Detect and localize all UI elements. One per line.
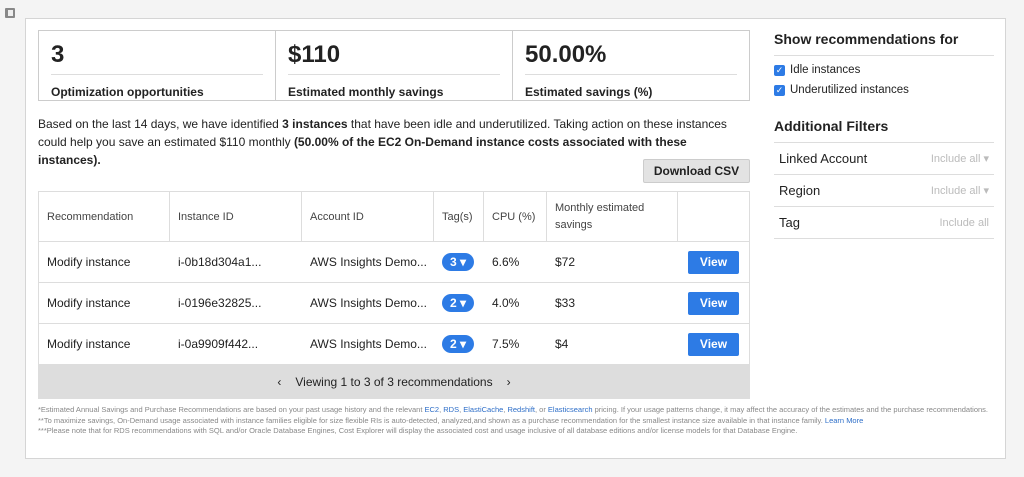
link-rds[interactable]: RDS	[443, 405, 459, 414]
summary-monthly-savings: $110 Estimated monthly savings	[276, 31, 513, 100]
pagination-status: Viewing 1 to 3 of 3 recommendations	[295, 374, 493, 389]
view-button[interactable]: View	[688, 332, 739, 356]
recommendations-table: Recommendation Instance ID Account ID Ta…	[38, 191, 750, 399]
table-header: Recommendation Instance ID Account ID Ta…	[39, 192, 749, 242]
filter-region: Region Include all ▾	[774, 175, 994, 207]
cpu: 6.6%	[492, 255, 520, 269]
recommendation: Modify instance	[47, 296, 131, 310]
header-action	[678, 192, 749, 241]
recommendation: Modify instance	[47, 337, 131, 351]
table-row: Modify instance i-0196e32825... AWS Insi…	[39, 283, 749, 324]
cpu: 7.5%	[492, 337, 520, 351]
tags-dropdown[interactable]: 2 ▾	[442, 294, 475, 312]
linked-account-select[interactable]: Include all ▾	[931, 152, 989, 165]
sidebar-toggle-icon[interactable]	[5, 8, 15, 18]
tag-select[interactable]: Include all	[939, 217, 989, 229]
view-button[interactable]: View	[688, 250, 739, 274]
header-account-id: Account ID	[302, 192, 434, 241]
caret-down-icon: ▾	[460, 337, 467, 351]
additional-filters-heading: Additional Filters	[774, 118, 994, 143]
table-row: Modify instance i-0a9909f442... AWS Insi…	[39, 324, 749, 365]
cpu: 4.0%	[492, 296, 520, 310]
header-cpu: CPU (%)	[484, 192, 547, 241]
caret-down-icon: ▾	[460, 296, 467, 310]
region-select[interactable]: Include all ▾	[931, 184, 989, 197]
learn-more-link[interactable]: Learn More	[825, 416, 863, 425]
header-recommendation: Recommendation	[39, 192, 170, 241]
prev-page-icon[interactable]: ‹	[277, 375, 281, 389]
link-elasticache[interactable]: ElastiCache	[463, 405, 503, 414]
idle-instances-checkbox[interactable]: ✓ Idle instances	[774, 64, 994, 76]
savings: $4	[555, 336, 569, 351]
underutilized-instances-checkbox[interactable]: ✓ Underutilized instances	[774, 84, 994, 96]
filter-tag: Tag Include all	[774, 207, 994, 239]
caret-down-icon: ▾	[460, 255, 467, 269]
instance-id: i-0196e32825...	[178, 296, 262, 310]
account-id: AWS Insights Demo...	[310, 255, 427, 269]
recommendation: Modify instance	[47, 255, 131, 269]
header-tags: Tag(s)	[434, 192, 484, 241]
pagination: ‹ Viewing 1 to 3 of 3 recommendations ›	[39, 365, 749, 398]
link-elasticsearch[interactable]: Elasticsearch	[548, 405, 593, 414]
view-button[interactable]: View	[688, 291, 739, 315]
link-ec2[interactable]: EC2	[424, 405, 439, 414]
summary-opportunities: 3 Optimization opportunities	[39, 31, 276, 100]
summary-box: 3 Optimization opportunities $110 Estimate…	[38, 30, 750, 101]
header-instance-id: Instance ID	[170, 192, 302, 241]
summary-savings-percent: 50.00% Estimated savings (%)	[513, 31, 749, 100]
savings: $33	[555, 295, 576, 310]
filters-sidebar: Show recommendations for ✓ Idle instances…	[774, 31, 994, 239]
savings: $72	[555, 254, 576, 269]
account-id: AWS Insights Demo...	[310, 296, 427, 310]
show-recommendations-heading: Show recommendations for	[774, 31, 994, 56]
tags-dropdown[interactable]: 2 ▾	[442, 335, 475, 353]
footnotes: *Estimated Annual Savings and Purchase R…	[38, 405, 989, 435]
account-id: AWS Insights Demo...	[310, 337, 427, 351]
table-row: Modify instance i-0b18d304a1... AWS Insi…	[39, 242, 749, 283]
link-redshift[interactable]: Redshift	[507, 405, 535, 414]
tags-dropdown[interactable]: 3 ▾	[442, 253, 475, 271]
recommendations-panel: 3 Optimization opportunities $110 Estimate…	[25, 18, 1006, 459]
instance-id: i-0a9909f442...	[178, 337, 259, 351]
header-savings: Monthly estimated savings	[547, 192, 678, 241]
next-page-icon[interactable]: ›	[507, 375, 511, 389]
instance-id: i-0b18d304a1...	[178, 255, 262, 269]
download-csv-button[interactable]: Download CSV	[643, 159, 750, 183]
checkmark-icon: ✓	[774, 64, 785, 76]
filter-linked-account: Linked Account Include all ▾	[774, 143, 994, 175]
checkmark-icon: ✓	[774, 84, 785, 96]
